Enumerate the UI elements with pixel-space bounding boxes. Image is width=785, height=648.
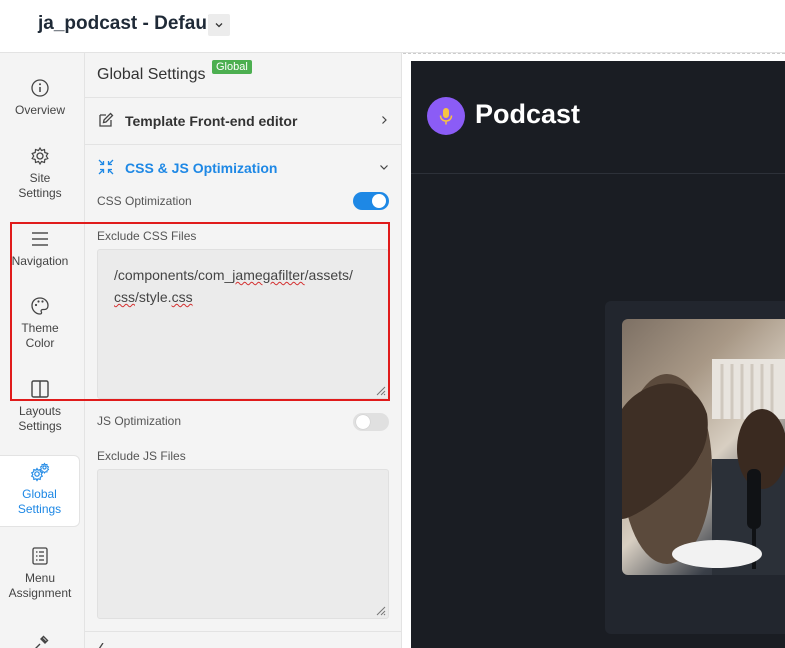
site-preview: Podcast: [403, 53, 785, 648]
sidebar-item-overview[interactable]: Overview: [0, 78, 80, 118]
divider: [85, 631, 401, 632]
compress-icon: [98, 159, 114, 175]
sidebar: Overview Site Settings Navigation Theme …: [0, 53, 85, 648]
panel-title: Global Settings: [97, 66, 206, 83]
menu-icon: [32, 232, 48, 246]
sidebar-item-label: Theme Color: [21, 321, 59, 350]
chevron-down-icon: [380, 165, 388, 170]
resize-handle-icon[interactable]: [374, 604, 386, 616]
microphone-icon: [439, 108, 453, 125]
tools-icon: [35, 635, 49, 648]
sidebar-item-label: Overview: [14, 103, 65, 117]
sidebar-item-label: Navigation: [11, 254, 69, 268]
podcast-logo[interactable]: [427, 97, 465, 135]
exclude-js-textarea[interactable]: [97, 469, 389, 619]
sidebar-item-label: Layouts Settings: [18, 404, 62, 433]
sidebar-item-menu-assignment[interactable]: Menu Assignment: [0, 546, 80, 601]
sidebar-item-label: Site Settings: [18, 171, 62, 200]
exclude-js-label: Exclude JS Files: [97, 449, 186, 463]
preview-divider: [411, 173, 785, 174]
section-css-js-optimization[interactable]: CSS & JS Optimization: [85, 145, 401, 192]
gear-icon: [31, 146, 49, 166]
sidebar-item-theme-color[interactable]: Theme Color: [0, 296, 80, 351]
sidebar-item-navigation[interactable]: Navigation: [0, 229, 80, 269]
panel-header: Global Settings Global: [85, 53, 401, 98]
global-badge: Global: [212, 60, 252, 74]
resize-handle-icon[interactable]: [374, 384, 386, 396]
photo-illustration: [622, 359, 785, 575]
preview-canvas: Podcast: [411, 61, 785, 648]
podcast-photo: [622, 319, 785, 575]
settings-panel: Global Settings Global Template Front-en…: [85, 53, 402, 648]
css-optimization-label: CSS Optimization: [97, 194, 192, 208]
info-icon: [31, 79, 49, 97]
edit-icon: [99, 112, 114, 127]
template-dropdown-button[interactable]: [208, 14, 230, 36]
podcast-logo-text[interactable]: Podcast: [475, 99, 580, 130]
section-label: CSS & JS Optimization: [125, 160, 278, 176]
chevron-right-icon: [382, 116, 387, 124]
sidebar-item-label: Menu Assignment: [8, 571, 72, 600]
css-optimization-toggle[interactable]: [353, 192, 389, 210]
sidebar-item-layouts-settings[interactable]: Layouts Settings: [0, 379, 80, 434]
gears-icon: [30, 462, 49, 482]
sidebar-item-label: Global Settings: [17, 487, 62, 516]
chevron-down-icon: [215, 23, 223, 28]
section-label: Template Front-end editor: [125, 113, 298, 129]
sidebar-item-site-settings[interactable]: Site Settings: [0, 146, 80, 201]
palette-icon: [31, 297, 49, 315]
js-optimization-label: JS Optimization: [97, 414, 182, 428]
partial-section-icon: [98, 643, 104, 648]
sidebar-item-global-settings[interactable]: Global Settings: [0, 455, 80, 527]
layout-icon: [31, 380, 49, 398]
section-template-frontend-editor[interactable]: Template Front-end editor: [85, 98, 401, 145]
list-icon: [32, 547, 48, 565]
exclude-css-textarea[interactable]: /components/com_jamegafilter/assets/ css…: [97, 249, 389, 399]
exclude-css-label: Exclude CSS Files: [97, 229, 197, 243]
sidebar-item-tools[interactable]: [0, 634, 80, 648]
template-title: ja_podcast - Default: [38, 13, 219, 34]
top-bar: ja_podcast - Default: [0, 0, 785, 53]
js-optimization-toggle[interactable]: [353, 413, 389, 431]
